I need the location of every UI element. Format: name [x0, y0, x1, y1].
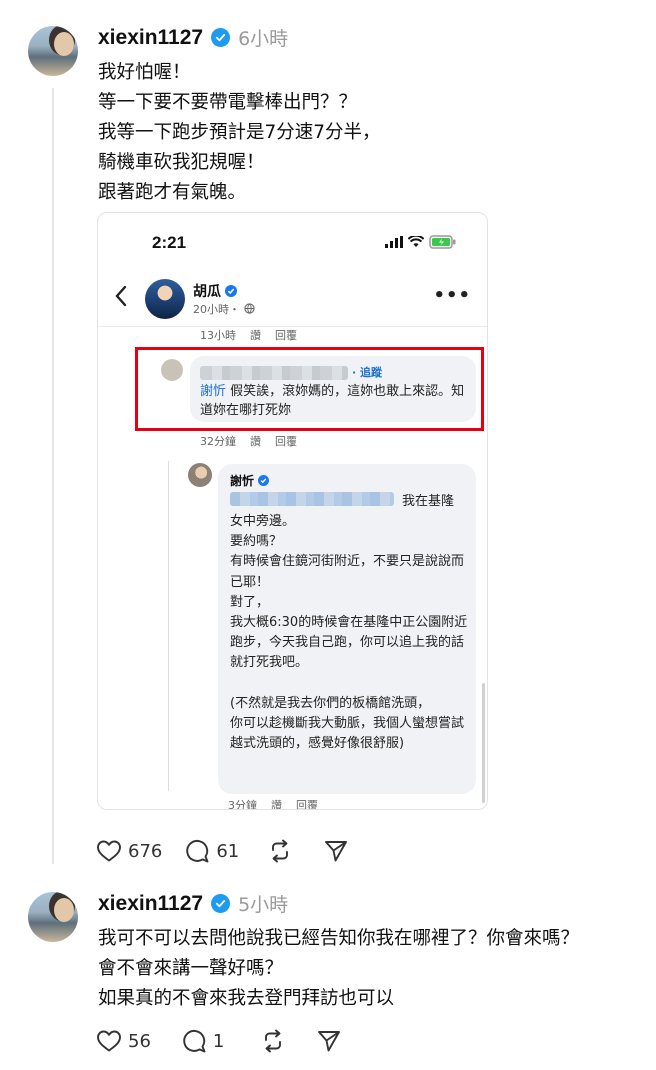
- post-line: 騎機車砍我犯規喔！: [98, 152, 265, 173]
- send-icon: [318, 1031, 341, 1052]
- post-header: xiexin1127 5小時: [98, 890, 288, 917]
- like-count: 676: [128, 840, 163, 862]
- post-line: 我好怕喔！: [98, 62, 191, 83]
- comment-like-link[interactable]: 讚: [250, 327, 261, 343]
- heart-icon: [97, 840, 121, 862]
- reply-text: 女中旁邊。 要約嗎？ 有時候會住鏡河街附近，不要只是說說而已耶！ 對了， 我大概…: [230, 514, 468, 752]
- post-header: xiexin1127 6小時: [98, 24, 288, 51]
- scrollbar: [482, 683, 485, 803]
- comment-meta: 13小時 讚 回覆: [200, 327, 297, 343]
- comment-time: 13小時: [200, 329, 236, 342]
- post-time: 5小時: [238, 894, 289, 916]
- page-name[interactable]: 胡瓜: [193, 281, 221, 301]
- wifi-icon: [408, 236, 424, 247]
- avatar[interactable]: [28, 892, 78, 942]
- post-line: 等一下要不要帶電擊棒出門？？: [98, 92, 358, 113]
- post-line: 我可不可以去問他說我已經告知你我在哪裡了？你會來嗎？: [98, 928, 580, 949]
- signal-icon: [385, 236, 403, 248]
- repost-button[interactable]: [267, 838, 293, 864]
- comment-count: 1: [212, 1030, 225, 1052]
- page-post-time: 20小時・: [193, 303, 240, 316]
- post-actions: 56 1: [96, 1028, 342, 1054]
- reply-avatar[interactable]: [188, 463, 212, 487]
- repost-icon: [272, 839, 289, 863]
- globe-icon: [243, 303, 255, 314]
- blurred-mention: [230, 492, 394, 506]
- verified-badge-icon: [225, 285, 237, 297]
- post-text: 我好怕喔！ 等一下要不要帶電擊棒出門？？ 我等一下跑步預計是7分速7分半， 騎機…: [98, 58, 381, 208]
- more-options-icon[interactable]: •••: [433, 285, 471, 306]
- avatar[interactable]: [28, 26, 78, 76]
- phone-clock: 2:21: [152, 233, 187, 252]
- highlight-box: [135, 347, 484, 431]
- attached-screenshot[interactable]: 2:21 胡瓜 20小時・ ••• 13小時 讚 回覆 · 追蹤 謝忻 假笑誒，…: [97, 212, 488, 810]
- comment-reply-link[interactable]: 回覆: [275, 327, 297, 343]
- username[interactable]: xiexin1127: [98, 26, 203, 50]
- verified-badge-icon: [211, 28, 231, 47]
- comment-time: 3分鐘: [228, 799, 257, 810]
- verified-badge-icon: [211, 894, 231, 913]
- post-line: 如果真的不會來我去登門拜訪也可以: [98, 988, 395, 1009]
- post-time: 6小時: [238, 28, 289, 50]
- post-line: 跟著跑才有氣魄。: [98, 182, 247, 203]
- battery-icon: [429, 235, 456, 249]
- comment-like-link[interactable]: 讚: [271, 797, 282, 809]
- post-line: 會不會來講一聲好嗎？: [98, 958, 284, 979]
- reply-thread-line: [168, 461, 169, 791]
- share-button[interactable]: [323, 838, 349, 864]
- repost-button[interactable]: [260, 1028, 286, 1054]
- page-avatar[interactable]: [145, 279, 185, 319]
- comment-reply-link[interactable]: 回覆: [275, 433, 297, 449]
- reply-author[interactable]: 謝忻: [230, 472, 254, 489]
- like-button[interactable]: 56: [96, 1029, 151, 1053]
- post-actions: 676 61: [96, 838, 349, 864]
- share-button[interactable]: [316, 1028, 342, 1054]
- send-icon: [325, 841, 348, 862]
- comment-icon: [183, 1030, 206, 1053]
- reply-text-start: 我在基隆: [402, 494, 455, 509]
- post-line: 我等一下跑步預計是7分速7分半，: [98, 122, 381, 143]
- comment-button[interactable]: 1: [181, 1028, 224, 1054]
- comment-icon: [186, 840, 209, 863]
- comment-like-link[interactable]: 讚: [250, 433, 261, 449]
- reply-bubble: 謝忻 我在基隆 女中旁邊。 要約嗎？ 有時候會住鏡河街附近，不要只是說說而已耶！…: [218, 464, 476, 794]
- username[interactable]: xiexin1127: [98, 892, 203, 916]
- post-text: 我可不可以去問他說我已經告知你我在哪裡了？你會來嗎？ 會不會來講一聲好嗎？ 如果…: [98, 924, 579, 1014]
- like-button[interactable]: 676: [96, 839, 162, 863]
- like-count: 56: [128, 1030, 151, 1052]
- comment-meta: 3分鐘 讚 回覆: [228, 797, 318, 810]
- comment-reply-link[interactable]: 回覆: [296, 797, 318, 809]
- back-arrow-icon[interactable]: [114, 285, 128, 307]
- comment-button[interactable]: 61: [184, 838, 239, 864]
- verified-badge-icon: [258, 475, 270, 486]
- thread-line: [52, 88, 54, 864]
- fb-post-header: 胡瓜 20小時・ •••: [98, 277, 487, 327]
- heart-icon: [97, 1030, 121, 1052]
- repost-icon: [265, 1029, 282, 1053]
- comment-time: 32分鐘: [200, 435, 236, 448]
- comment-meta: 32分鐘 讚 回覆: [200, 433, 297, 449]
- phone-status-bar: 2:21: [98, 233, 487, 257]
- comment-count: 61: [216, 840, 240, 862]
